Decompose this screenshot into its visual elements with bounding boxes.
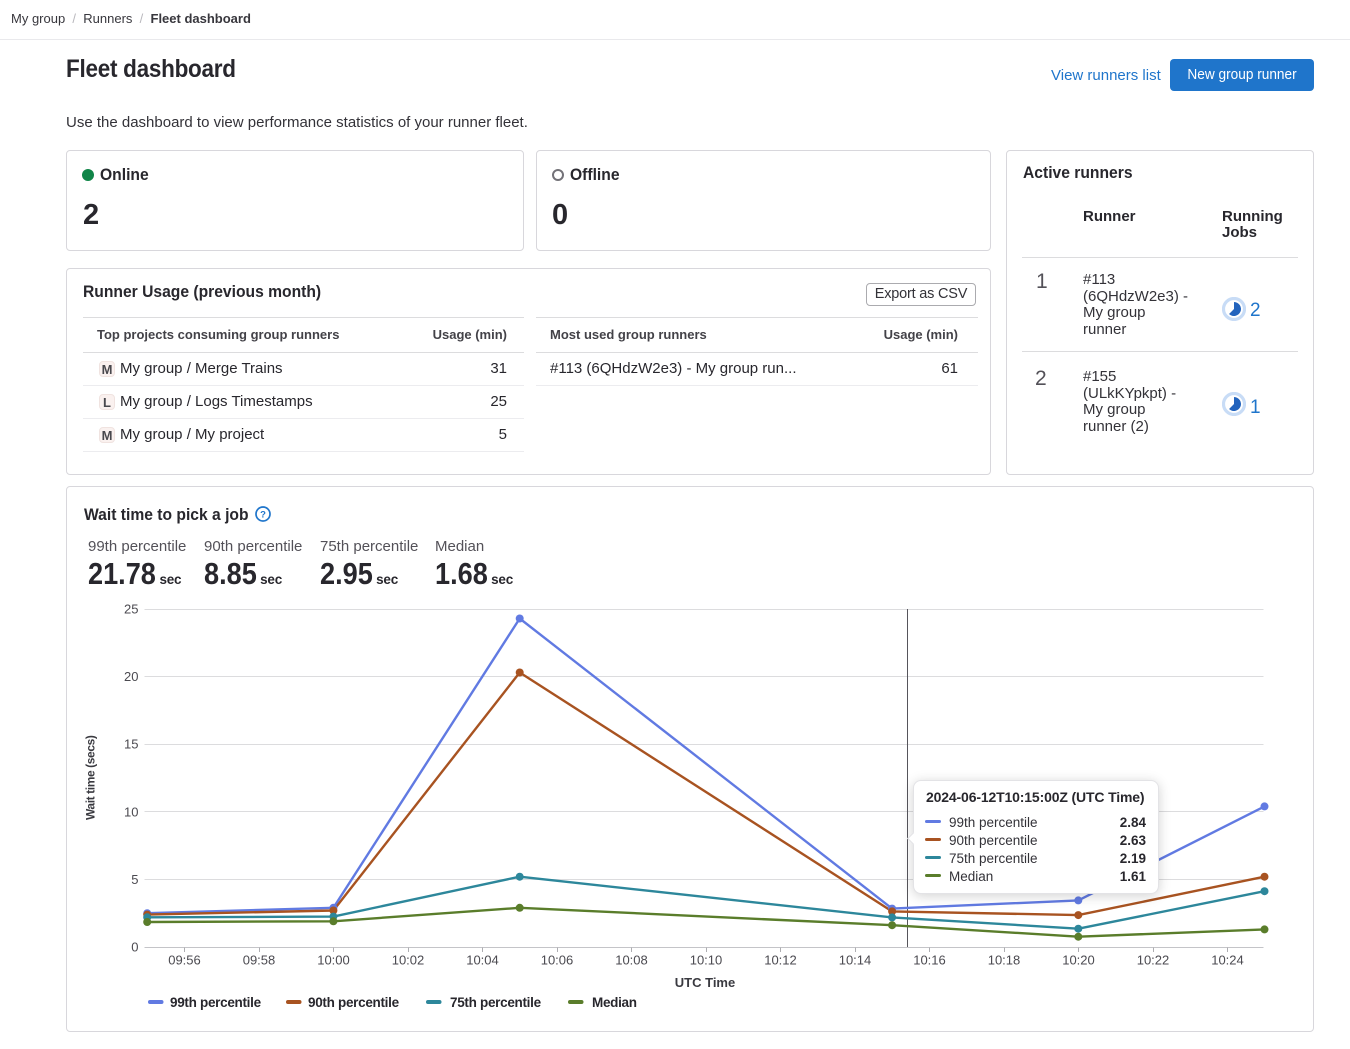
svg-text:5: 5 bbox=[131, 872, 138, 887]
svg-text:90th percentile: 90th percentile bbox=[308, 995, 400, 1010]
svg-text:10:18: 10:18 bbox=[988, 953, 1021, 968]
svg-text:75th percentile: 75th percentile bbox=[450, 995, 542, 1010]
svg-text:10:00: 10:00 bbox=[317, 953, 350, 968]
svg-text:10:16: 10:16 bbox=[913, 953, 946, 968]
svg-text:10: 10 bbox=[124, 804, 138, 819]
svg-text:Wait time (secs): Wait time (secs) bbox=[84, 735, 98, 820]
svg-text:09:56: 09:56 bbox=[168, 953, 201, 968]
svg-text:10:24: 10:24 bbox=[1211, 953, 1244, 968]
svg-text:15: 15 bbox=[124, 737, 138, 752]
svg-text:UTC Time: UTC Time bbox=[675, 975, 735, 990]
svg-text:10:04: 10:04 bbox=[466, 953, 499, 968]
svg-text:10:12: 10:12 bbox=[764, 953, 797, 968]
svg-text:10:10: 10:10 bbox=[690, 953, 723, 968]
svg-text:10:14: 10:14 bbox=[839, 953, 872, 968]
svg-text:10:22: 10:22 bbox=[1137, 953, 1170, 968]
svg-text:0: 0 bbox=[131, 940, 138, 955]
svg-text:10:02: 10:02 bbox=[392, 953, 425, 968]
svg-text:10:20: 10:20 bbox=[1062, 953, 1095, 968]
svg-text:10:08: 10:08 bbox=[615, 953, 648, 968]
svg-text:20: 20 bbox=[124, 669, 138, 684]
svg-text:09:58: 09:58 bbox=[243, 953, 276, 968]
svg-text:10:06: 10:06 bbox=[541, 953, 574, 968]
svg-text:Median: Median bbox=[592, 995, 637, 1010]
svg-text:25: 25 bbox=[124, 602, 138, 617]
svg-text:99th percentile: 99th percentile bbox=[170, 995, 262, 1010]
